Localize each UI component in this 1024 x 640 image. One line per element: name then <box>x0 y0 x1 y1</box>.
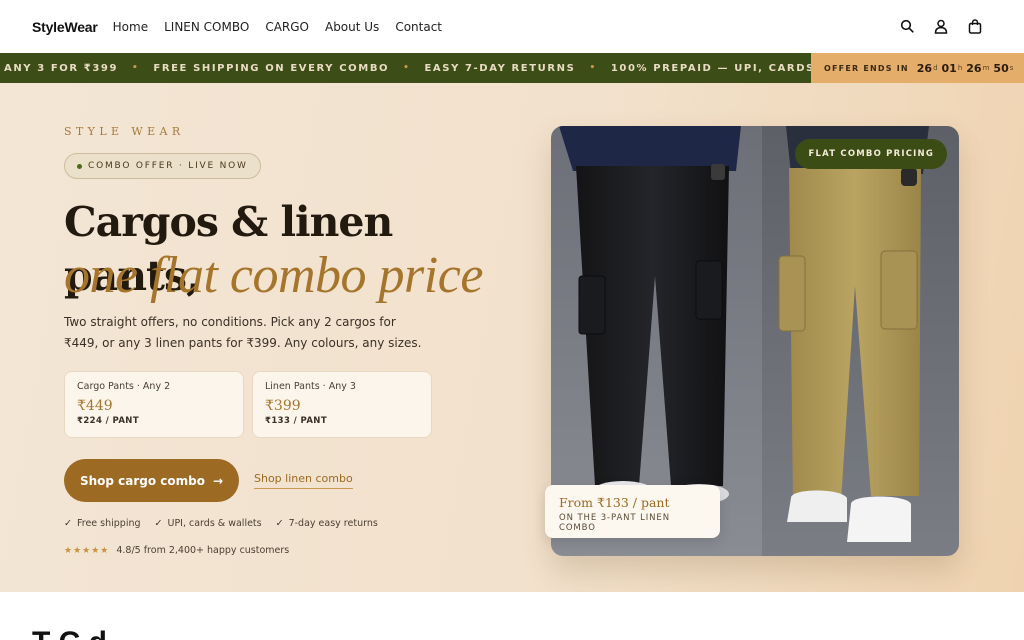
perk-label: 7-day easy returns <box>288 518 378 529</box>
countdown-hours-unit: h <box>957 64 963 72</box>
nav-item-contact[interactable]: Contact <box>395 20 442 34</box>
star-rating-icon: ★★★★★ <box>64 545 110 556</box>
main-nav: Home LINEN COMBO CARGO About Us Contact <box>113 20 458 34</box>
account-icon[interactable] <box>932 17 950 35</box>
perk-item: ✓ Free shipping <box>64 518 141 529</box>
nav-item-cargo[interactable]: CARGO <box>265 20 309 34</box>
shop-linen-combo-link[interactable]: Shop linen combo <box>254 472 353 489</box>
price-card-label: Linen Pants · Any 3 <box>265 381 356 392</box>
announcement-item: FREE SHIPPING ON EVERY COMBO <box>153 62 390 74</box>
perk-label: UPI, cards & wallets <box>167 518 262 529</box>
perk-item: ✓ UPI, cards & wallets <box>155 518 262 529</box>
countdown-label: OFFER ENDS IN <box>824 63 909 73</box>
price-card-price: ₹399 <box>265 398 301 414</box>
bag-icon[interactable] <box>966 17 984 35</box>
nav-item-linen-combo[interactable]: LINEN COMBO <box>164 20 249 34</box>
brand-kicker: STYLE WEAR <box>64 125 185 138</box>
site-header: StyleWear Home LINEN COMBO CARGO About U… <box>0 0 1024 53</box>
nav-item-about-us[interactable]: About Us <box>325 20 379 34</box>
search-icon[interactable] <box>898 17 916 35</box>
perks-list: ✓ Free shipping ✓ UPI, cards & wallets ✓ 7-… <box>64 518 378 529</box>
rating-text: 4.8/5 from 2,400+ happy customers <box>116 545 290 556</box>
announcement-item: EASY 7-DAY RETURNS <box>424 62 576 74</box>
countdown-minutes: 26 <box>966 61 982 75</box>
hero-headline-accent: one flat combo price <box>64 247 483 304</box>
announcement-track: ANY 3 FOR ₹399 • FREE SHIPPING ON EVERY … <box>4 53 873 83</box>
shop-cargo-combo-button[interactable]: Shop cargo combo → <box>64 459 239 502</box>
hero-subtitle: Two straight offers, no conditions. Pick… <box>64 315 422 350</box>
live-dot-icon <box>77 163 82 169</box>
separator-dot: • <box>403 63 411 73</box>
price-card-per-unit: ₹133 / PANT <box>265 416 328 426</box>
countdown-seconds-unit: s <box>1009 64 1014 72</box>
perk-label: Free shipping <box>76 518 141 529</box>
site-logo[interactable]: StyleWear <box>32 19 98 35</box>
cargo-price-card[interactable]: Cargo Pants · Any 2 ₹449 ₹224 / PANT <box>64 371 244 438</box>
perk-item: ✓ 7-day easy returns <box>276 518 378 529</box>
check-icon: ✓ <box>64 518 72 529</box>
arrow-right-icon: → <box>212 473 224 488</box>
check-icon: ✓ <box>275 518 284 529</box>
header-icons <box>898 17 984 35</box>
next-section: T C d <box>0 592 1024 640</box>
separator-dot: • <box>589 63 597 73</box>
price-card-per-unit: ₹224 / PANT <box>77 416 140 426</box>
offer-live-text: COMBO OFFER · LIVE NOW <box>88 161 248 171</box>
countdown-minutes-unit: m <box>982 64 990 72</box>
announcement-item: ANY 3 FOR ₹399 <box>4 62 119 74</box>
flat-combo-pricing-badge: FLAT COMBO PRICING <box>795 139 947 169</box>
separator-dot: • <box>132 63 140 73</box>
countdown-hours: 01 <box>941 61 957 75</box>
cta-label: Shop cargo combo <box>79 473 205 488</box>
countdown-days: 26 <box>916 61 933 75</box>
check-icon: ✓ <box>154 518 163 529</box>
countdown-days-unit: d <box>933 64 938 72</box>
countdown-seconds: 50 <box>993 61 1009 75</box>
nav-item-home[interactable]: Home <box>113 20 148 34</box>
from-price-title: From ₹133 / pant <box>559 495 670 510</box>
from-price-card: From ₹133 / pant ON THE 3-PANT LINEN COM… <box>545 485 720 538</box>
announcement-bar: ANY 3 FOR ₹399 • FREE SHIPPING ON EVERY … <box>0 53 1024 83</box>
price-card-price: ₹449 <box>77 398 113 414</box>
linen-price-card[interactable]: Linen Pants · Any 3 ₹399 ₹133 / PANT <box>252 371 432 438</box>
from-price-subtitle: ON THE 3-PANT LINEN COMBO <box>559 513 670 533</box>
next-section-title: T C d <box>32 626 107 640</box>
customer-rating: ★★★★★ 4.8/5 from 2,400+ happy customers <box>64 545 289 556</box>
hero-section: STYLE WEAR COMBO OFFER · LIVE NOW Cargos… <box>0 83 1024 592</box>
offer-countdown: OFFER ENDS IN 26 d 01 h 26 m 50 s <box>811 53 1024 83</box>
price-card-label: Cargo Pants · Any 2 <box>77 381 171 392</box>
offer-live-badge: COMBO OFFER · LIVE NOW <box>64 153 261 179</box>
